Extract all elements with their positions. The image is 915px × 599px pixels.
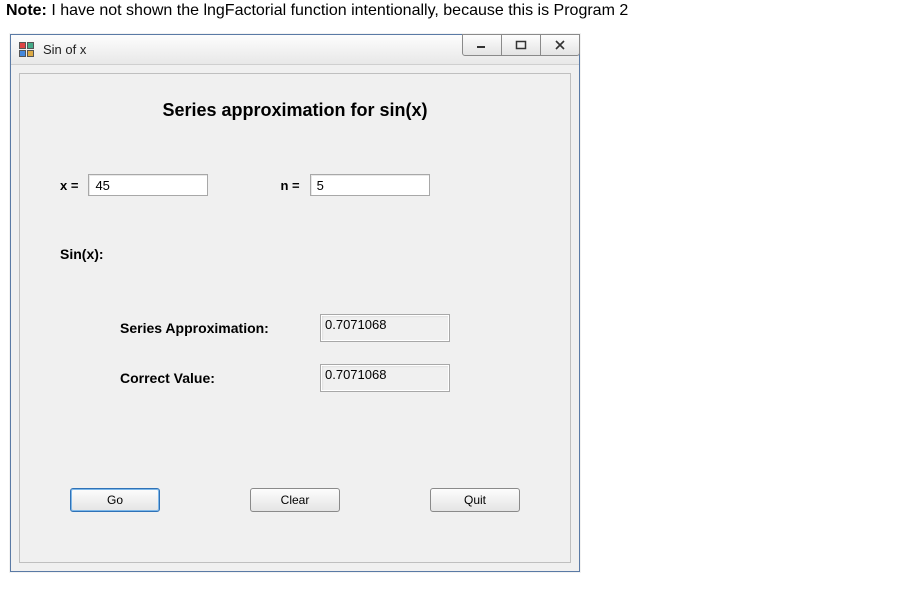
minimize-button[interactable] <box>462 34 502 56</box>
go-button[interactable]: Go <box>70 488 160 512</box>
correct-row: Correct Value: 0.7071068 <box>120 364 450 392</box>
n-label: n = <box>280 178 299 193</box>
close-icon <box>554 40 566 50</box>
maximize-button[interactable] <box>501 34 541 56</box>
series-output: 0.7071068 <box>320 314 450 342</box>
close-button[interactable] <box>540 34 580 56</box>
form-heading: Series approximation for sin(x) <box>20 100 570 121</box>
window-controls <box>463 34 580 56</box>
button-row: Go Clear Quit <box>60 488 530 512</box>
clear-button[interactable]: Clear <box>250 488 340 512</box>
correct-label: Correct Value: <box>120 370 320 386</box>
x-input[interactable] <box>88 174 208 196</box>
x-label: x = <box>60 178 78 193</box>
client-area: Series approximation for sin(x) x = n = … <box>11 65 579 571</box>
note-body: I have not shown the lngFactorial functi… <box>47 2 628 19</box>
form-panel: Series approximation for sin(x) x = n = … <box>19 73 571 563</box>
app-window: Sin of x Series approximation for sin(x)… <box>10 34 580 572</box>
note-text: Note: I have not shown the lngFactorial … <box>0 0 915 24</box>
quit-button[interactable]: Quit <box>430 488 520 512</box>
n-input[interactable] <box>310 174 430 196</box>
app-icon <box>19 42 35 58</box>
note-label: Note: <box>6 2 47 19</box>
series-label: Series Approximation: <box>120 320 320 336</box>
minimize-icon <box>476 40 488 50</box>
sinx-label: Sin(x): <box>60 246 104 262</box>
input-row: x = n = <box>60 174 530 196</box>
series-row: Series Approximation: 0.7071068 <box>120 314 450 342</box>
maximize-icon <box>515 40 527 50</box>
correct-output: 0.7071068 <box>320 364 450 392</box>
window-title: Sin of x <box>43 42 86 57</box>
titlebar[interactable]: Sin of x <box>11 35 579 65</box>
